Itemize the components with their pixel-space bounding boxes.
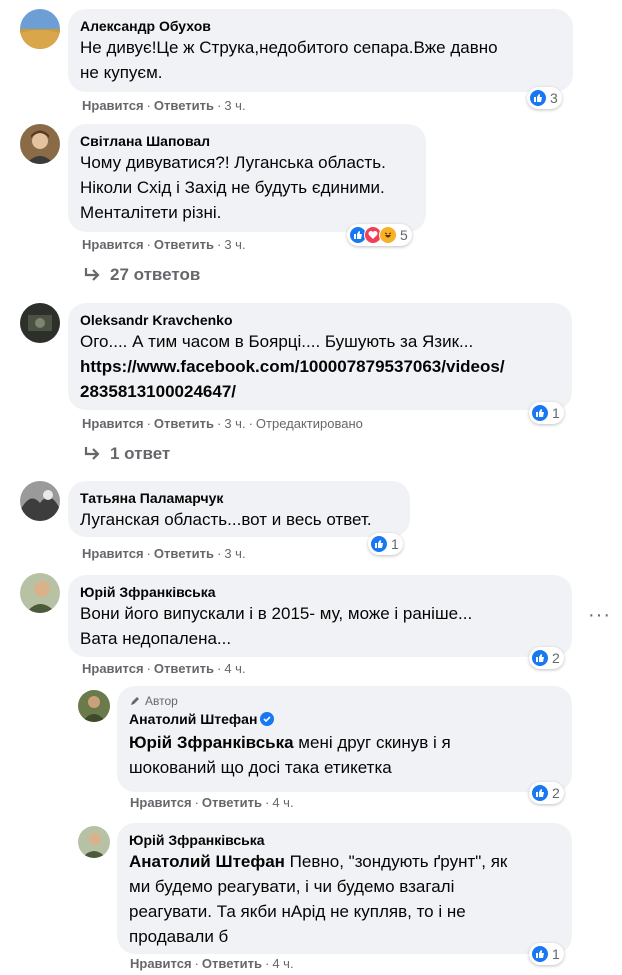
reply-arrow-icon	[84, 268, 100, 281]
view-replies-link[interactable]: 1 ответ	[84, 444, 170, 464]
avatar[interactable]	[20, 573, 60, 613]
reply-button[interactable]: Ответить	[154, 237, 214, 252]
like-button[interactable]: Нравится	[82, 237, 144, 252]
more-icon[interactable]: ···	[588, 604, 611, 627]
like-icon	[370, 535, 388, 553]
reaction-count: 1	[552, 405, 560, 421]
like-button[interactable]: Нравится	[130, 956, 192, 971]
comment-actions: Нравится · Ответить · 4 ч.	[130, 795, 294, 810]
reactions-count[interactable]: 3	[527, 87, 562, 109]
reaction-count: 2	[552, 785, 560, 801]
avatar[interactable]	[20, 303, 60, 343]
reply-arrow-icon	[84, 447, 100, 460]
mention-link[interactable]: Анатолий Штефан	[129, 852, 285, 871]
comment-text: Юрій Зфранківська мені друг скинув і я ш…	[129, 730, 560, 780]
verified-icon	[260, 712, 275, 730]
like-button[interactable]: Нравится	[82, 546, 144, 561]
author-name[interactable]: Анатолий Штефан	[129, 711, 257, 727]
reaction-count: 1	[391, 536, 399, 552]
timestamp[interactable]: 4 ч.	[272, 795, 293, 810]
comment-author[interactable]: Юрій Зфранківська	[129, 831, 560, 849]
comment-bubble: Oleksandr Kravchenko Ого.... А тим часом…	[68, 303, 572, 410]
avatar[interactable]	[78, 690, 110, 722]
timestamp[interactable]: 4 ч.	[272, 956, 293, 971]
like-icon	[531, 784, 549, 802]
comment-author[interactable]: Світлана Шаповал	[80, 132, 414, 150]
comment-link[interactable]: https://www.facebook.com/100007879537063…	[80, 357, 505, 401]
comment-author[interactable]: Татьяна Паламарчук	[80, 489, 398, 507]
comment-actions: Нравится · Ответить · 3 ч.	[82, 237, 246, 252]
like-icon	[531, 945, 549, 963]
reactions-count[interactable]: 1	[529, 943, 564, 965]
author-badge-label: Автор	[145, 694, 178, 708]
comment-text: Ого.... А тим часом в Боярці.... Бушують…	[80, 329, 560, 404]
avatar[interactable]	[20, 124, 60, 164]
comment-bubble: Александр Обухов Не дивує!Це ж Струка,не…	[68, 9, 573, 92]
timestamp[interactable]: 3 ч.	[224, 98, 245, 113]
reply-button[interactable]: Ответить	[202, 956, 262, 971]
avatar[interactable]	[78, 826, 110, 858]
reaction-count: 2	[552, 650, 560, 666]
like-button[interactable]: Нравится	[82, 416, 144, 431]
timestamp[interactable]: 3 ч.	[224, 416, 245, 431]
mention-link[interactable]: Юрій Зфранківська	[129, 733, 294, 752]
comment-bubble: Татьяна Паламарчук Луганская область...в…	[68, 481, 410, 537]
comment-bubble: Світлана Шаповал Чому дивуватися?! Луган…	[68, 124, 426, 232]
reply-button[interactable]: Ответить	[154, 661, 214, 676]
reactions-count[interactable]: 1	[529, 402, 564, 424]
avatar[interactable]	[20, 9, 60, 49]
comment-actions: Нравится · Ответить · 4 ч.	[82, 661, 246, 676]
pencil-icon	[131, 697, 139, 705]
like-icon	[531, 649, 549, 667]
comment-text: Чому дивуватися?! Луганська область. Нік…	[80, 153, 386, 222]
comment-actions: Нравится · Ответить · 3 ч.	[82, 98, 246, 113]
reaction-count: 3	[550, 90, 558, 106]
reply-button[interactable]: Ответить	[154, 98, 214, 113]
reply-button[interactable]: Ответить	[154, 416, 214, 431]
like-button[interactable]: Нравится	[82, 98, 144, 113]
replies-count-label: 27 ответов	[110, 265, 201, 284]
avatar[interactable]	[20, 481, 60, 521]
comment-text: Анатолий Штефан Певно, "зондують ґрунт",…	[129, 849, 560, 949]
reply-button[interactable]: Ответить	[202, 795, 262, 810]
comment-text: Не дивує!Це ж Струка,недобитого сепара.В…	[80, 38, 498, 82]
comment-text-body: Ого.... А тим часом в Боярці.... Бушують…	[80, 332, 474, 351]
timestamp[interactable]: 3 ч.	[224, 237, 245, 252]
replies-count-label: 1 ответ	[110, 444, 171, 463]
haha-icon	[379, 226, 397, 244]
comment-text: Луганская область...вот и весь ответ.	[80, 510, 372, 529]
reaction-count: 1	[552, 946, 560, 962]
comment-bubble: Юрій Зфранківська Вони його випускали і …	[68, 575, 572, 657]
reply-button[interactable]: Ответить	[154, 546, 214, 561]
like-button[interactable]: Нравится	[130, 795, 192, 810]
reaction-count: 5	[400, 227, 408, 243]
reactions-count[interactable]: 2	[529, 782, 564, 804]
comment-actions: Нравится · Ответить · 4 ч.	[130, 956, 294, 971]
comment-author[interactable]: Анатолий Штефан	[129, 710, 560, 730]
comment-actions: Нравится · Ответить · 3 ч.	[82, 546, 246, 561]
like-icon	[531, 404, 549, 422]
edited-label[interactable]: Отредактировано	[256, 416, 363, 431]
comment-bubble: Юрій Зфранківська Анатолий Штефан Певно,…	[117, 823, 572, 954]
comment-author[interactable]: Oleksandr Kravchenko	[80, 311, 560, 329]
timestamp[interactable]: 4 ч.	[224, 661, 245, 676]
view-replies-link[interactable]: 27 ответов	[84, 265, 200, 285]
reactions-count[interactable]: 1	[368, 533, 403, 555]
reactions-count[interactable]: 2	[529, 647, 564, 669]
comment-author[interactable]: Юрій Зфранківська	[80, 583, 560, 601]
like-icon	[529, 89, 547, 107]
author-badge: Автор	[129, 694, 560, 708]
comment-text: Вони його випускали і в 2015- му, може і…	[80, 604, 473, 648]
comment-author[interactable]: Александр Обухов	[80, 17, 561, 35]
reactions-count[interactable]: 5	[347, 224, 412, 246]
comment-actions: Нравится · Ответить · 3 ч. · Отредактировано	[82, 416, 363, 431]
timestamp[interactable]: 3 ч.	[224, 546, 245, 561]
like-button[interactable]: Нравится	[82, 661, 144, 676]
comment-bubble: Автор Анатолий Штефан Юрій Зфранківська …	[117, 686, 572, 792]
